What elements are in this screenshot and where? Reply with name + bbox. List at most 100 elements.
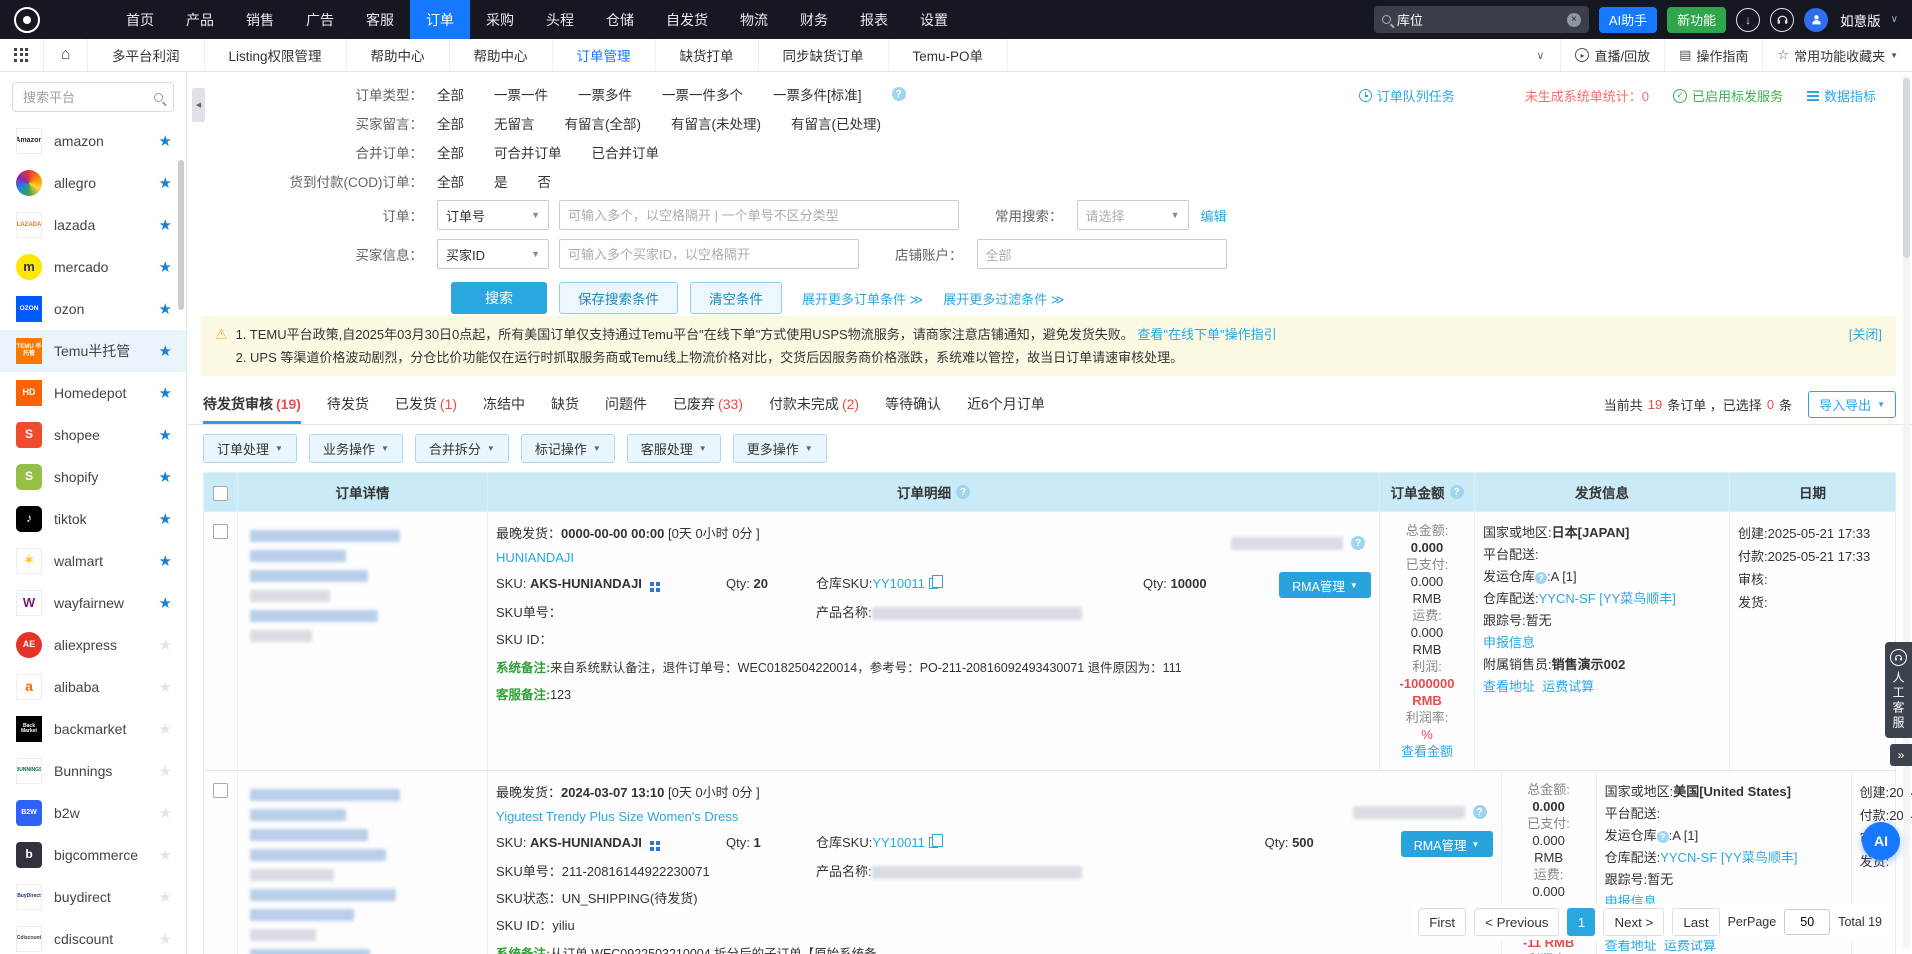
perpage-input[interactable] [1784,909,1830,935]
filter-option[interactable]: 有留言(已处理) [791,113,881,133]
nav-item-product[interactable]: 产品 [170,0,230,39]
clear-search-icon[interactable]: × [1567,13,1581,27]
freight-trial-link[interactable]: 运费试算 [1542,679,1594,694]
ai-floating-button[interactable]: AI [1862,822,1900,860]
nav-item-orders[interactable]: 订单 [410,0,470,39]
help-icon[interactable]: ? [1657,831,1669,843]
filter-option[interactable]: 已合并订单 [592,142,660,162]
avatar[interactable] [1804,8,1828,32]
sidebar-item-mercado[interactable]: mmercado★ [0,246,186,288]
tab-listing-permission[interactable]: Listing权限管理 [205,39,347,71]
live-replay-link[interactable]: ▸直播/回放 [1560,39,1664,71]
star-icon[interactable]: ★ [159,888,172,906]
platform-search[interactable] [12,82,174,112]
declaration-link[interactable]: 申报信息 [1483,635,1535,650]
clear-conditions-button[interactable]: 清空条件 [690,282,782,314]
buyer-type-select[interactable]: 买家ID▼ [437,239,549,269]
page-1-button[interactable]: 1 [1567,908,1595,936]
download-icon[interactable]: ↓ [1736,8,1760,32]
filter-option[interactable]: 全部 [437,84,464,104]
product-link[interactable]: HUNIANDAJI [496,550,574,565]
star-icon[interactable]: ★ [159,468,172,486]
sidebar-item-amazon[interactable]: Amazonamazon★ [0,120,186,162]
star-icon[interactable]: ★ [159,384,172,402]
sidebar-item-shopee[interactable]: Sshopee★ [0,414,186,456]
nav-item-service[interactable]: 客服 [350,0,410,39]
ai-assistant-button[interactable]: AI助手 [1599,7,1657,33]
nav-item-reports[interactable]: 报表 [844,0,904,39]
sidebar-item-walmart[interactable]: ✶walmart★ [0,540,186,582]
sidebar-item-wayfairnew[interactable]: Wwayfairnew★ [0,582,186,624]
next-page-button[interactable]: Next > [1603,908,1664,936]
dispatch-link[interactable]: YYCN-SF [YY菜鸟顺丰] [1660,850,1797,865]
filter-option[interactable]: 是 [494,171,508,191]
star-icon[interactable]: ★ [159,216,172,234]
favorites-link[interactable]: ☆常用功能收藏夹▼ [1762,39,1912,71]
import-export-button[interactable]: 导入导出▼ [1808,391,1896,418]
nav-item-warehouse[interactable]: 仓储 [590,0,650,39]
version-label[interactable]: 如意版 [1840,10,1881,30]
help-icon[interactable]: ? [1473,805,1487,819]
nav-item-purchase[interactable]: 采购 [470,0,530,39]
filter-option[interactable]: 全部 [437,142,464,162]
headset-icon[interactable] [1770,8,1794,32]
star-icon[interactable]: ★ [159,342,172,360]
nav-item-finance[interactable]: 财务 [784,0,844,39]
tab-temu-po[interactable]: Temu-PO单 [889,39,1009,71]
star-icon[interactable]: ★ [159,300,172,318]
sku-grid-icon[interactable] [650,841,654,845]
merge-split-button[interactable]: 合并拆分▼ [415,434,509,463]
sidebar-item-shopify[interactable]: Sshopify★ [0,456,186,498]
mark-ops-button[interactable]: 标记操作▼ [521,434,615,463]
tab-frozen[interactable]: 冻结中 [483,384,525,424]
sidebar-item-cdiscount[interactable]: Cdiscountcdiscount★ [0,918,186,954]
help-icon[interactable]: ? [1351,536,1365,550]
copy-icon[interactable] [929,837,938,848]
sidebar-scrollbar[interactable] [178,160,184,310]
sidebar-item-b2w[interactable]: B2Wb2w★ [0,792,186,834]
tab-awaiting-ship[interactable]: 待发货 [327,384,369,424]
sidebar-item-homedepot[interactable]: HDHomedepot★ [0,372,186,414]
nav-item-ads[interactable]: 广告 [290,0,350,39]
star-icon[interactable]: ★ [159,846,172,864]
view-address-link[interactable]: 查看地址 [1605,938,1657,953]
star-icon[interactable]: ★ [159,426,172,444]
row-checkbox[interactable] [213,783,228,798]
tab-problem[interactable]: 问题件 [605,384,647,424]
nav-item-logistics[interactable]: 物流 [724,0,784,39]
chevron-down-icon[interactable]: ∨ [1891,14,1898,25]
tab-multi-platform-profit[interactable]: 多平台利润 [88,39,205,71]
nav-item-sales[interactable]: 销售 [230,0,290,39]
more-filter-conditions-link[interactable]: 展开更多过滤条件 ≫ [943,289,1064,308]
star-icon[interactable]: ★ [159,636,172,654]
product-link[interactable]: Yigutest Trendy Plus Size Women's Dress [496,809,738,824]
common-search-select[interactable]: 请选择▼ [1077,200,1189,230]
view-address-link[interactable]: 查看地址 [1483,679,1535,694]
star-icon[interactable]: ★ [159,762,172,780]
row-checkbox[interactable] [213,524,228,539]
business-ops-button[interactable]: 业务操作▼ [309,434,403,463]
filter-option[interactable]: 一票一件 [494,84,548,104]
tabs-dropdown-chevron-icon[interactable]: ∨ [1520,49,1560,62]
help-icon[interactable]: ? [892,87,906,101]
close-notice-link[interactable]: [关闭] [1849,323,1882,369]
save-search-button[interactable]: 保存搜索条件 [559,282,678,314]
new-features-button[interactable]: 新功能 [1667,7,1726,33]
tab-awaiting-confirm[interactable]: 等待确认 [885,384,941,424]
collapse-panel-button[interactable]: » [1890,744,1912,766]
help-icon[interactable]: ? [1535,572,1547,584]
operation-guide-link[interactable]: ▤操作指南 [1664,39,1762,71]
sidebar-item-bigcommerce[interactable]: bbigcommerce★ [0,834,186,876]
sidebar-item-allegro[interactable]: allegro★ [0,162,186,204]
sidebar-item-bunnings[interactable]: BUNNINGSBunnings★ [0,750,186,792]
more-ops-button[interactable]: 更多操作▼ [733,434,827,463]
star-icon[interactable]: ★ [159,804,172,822]
sku-grid-icon[interactable] [650,582,654,586]
copy-icon[interactable] [929,578,938,589]
tab-last-6-months[interactable]: 近6个月订单 [967,384,1045,424]
more-order-conditions-link[interactable]: 展开更多订单条件 ≫ [802,289,923,308]
tab-discarded[interactable]: 已废弃(33) [673,384,743,424]
human-service-button[interactable]: 人工客服 [1885,642,1912,738]
nav-item-selfship[interactable]: 自发货 [650,0,724,39]
order-number-input[interactable] [559,200,959,230]
